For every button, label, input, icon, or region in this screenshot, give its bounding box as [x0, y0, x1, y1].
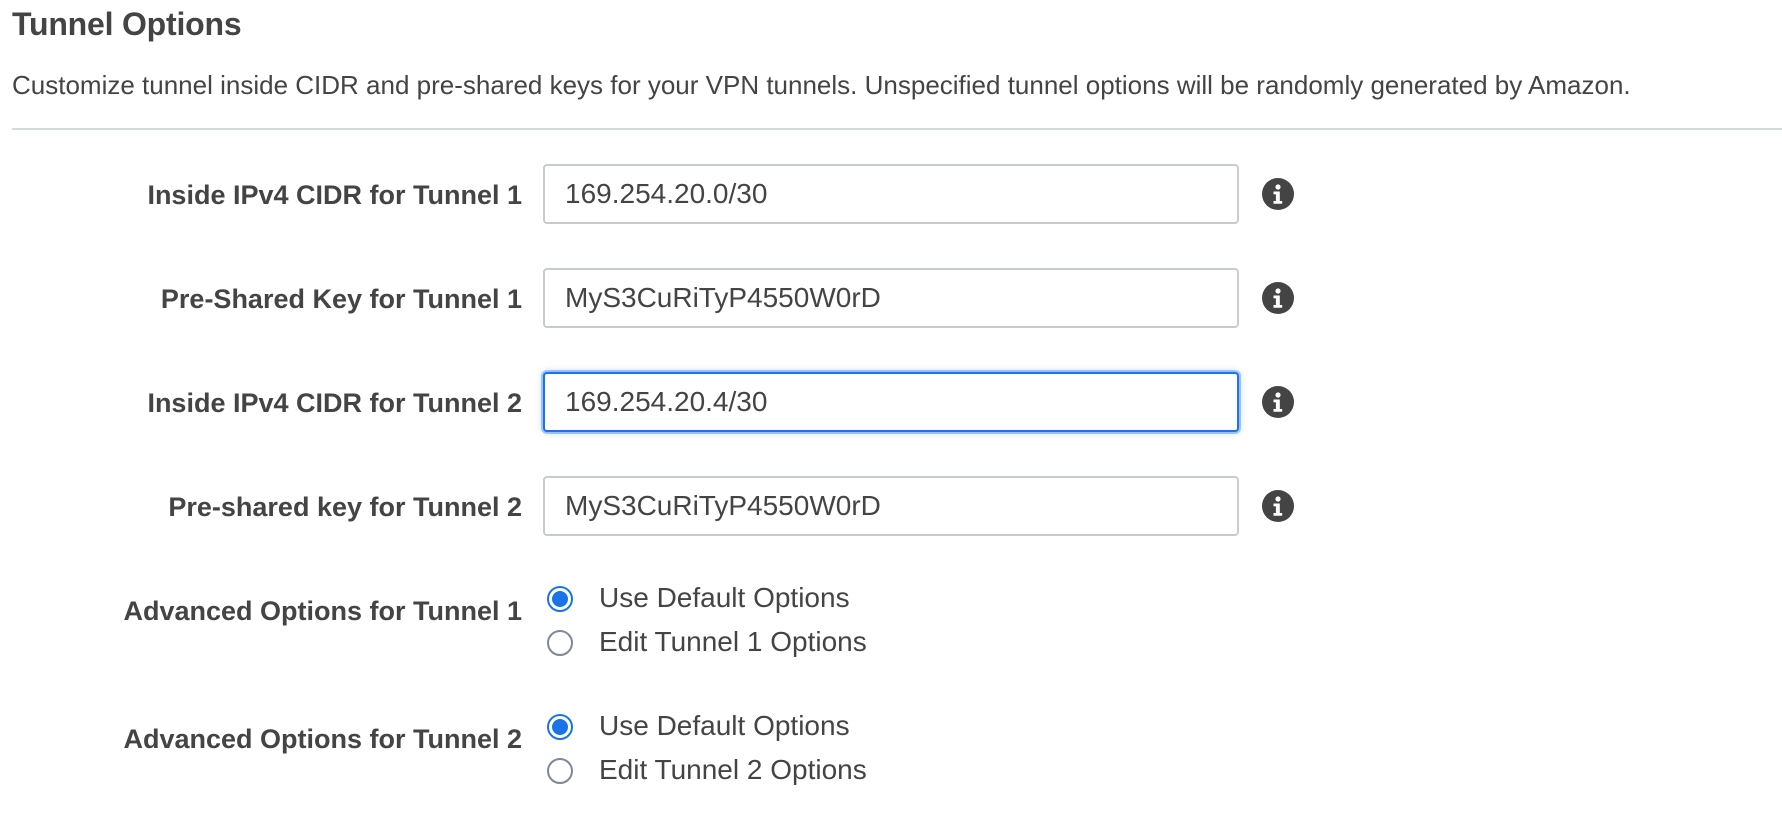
section-description: Customize tunnel inside CIDR and pre-sha…: [12, 70, 1631, 100]
radio-button[interactable]: [547, 758, 573, 784]
psk-tunnel-2-input[interactable]: [543, 476, 1239, 536]
section-divider: [12, 128, 1782, 130]
section-title: Tunnel Options: [12, 6, 242, 42]
info-icon[interactable]: [1262, 490, 1294, 522]
field-label: Pre-shared key for Tunnel 2: [168, 492, 522, 522]
advanced-options-label: Advanced Options for Tunnel 2: [123, 724, 522, 754]
radio-label: Use Default Options: [599, 582, 850, 613]
field-label: Pre-Shared Key for Tunnel 1: [160, 284, 522, 314]
radio-button[interactable]: [547, 630, 573, 656]
info-icon[interactable]: [1262, 178, 1294, 210]
field-label: Inside IPv4 CIDR for Tunnel 2: [147, 388, 522, 418]
tunnel-options-panel: Tunnel Options Customize tunnel inside C…: [0, 0, 1782, 818]
field-label: Inside IPv4 CIDR for Tunnel 1: [147, 180, 522, 210]
radio-label: Use Default Options: [599, 710, 850, 741]
info-icon[interactable]: [1262, 386, 1294, 418]
psk-tunnel-1-input[interactable]: [543, 268, 1239, 328]
info-icon[interactable]: [1262, 282, 1294, 314]
inside-cidr-tunnel-1-input[interactable]: [543, 164, 1239, 224]
radio-label: Edit Tunnel 1 Options: [599, 626, 867, 657]
inside-cidr-tunnel-2-input[interactable]: [543, 372, 1239, 432]
radio-button-checked[interactable]: [547, 714, 573, 740]
radio-label: Edit Tunnel 2 Options: [599, 754, 867, 785]
radio-button-checked[interactable]: [547, 586, 573, 612]
advanced-options-label: Advanced Options for Tunnel 1: [123, 596, 522, 626]
